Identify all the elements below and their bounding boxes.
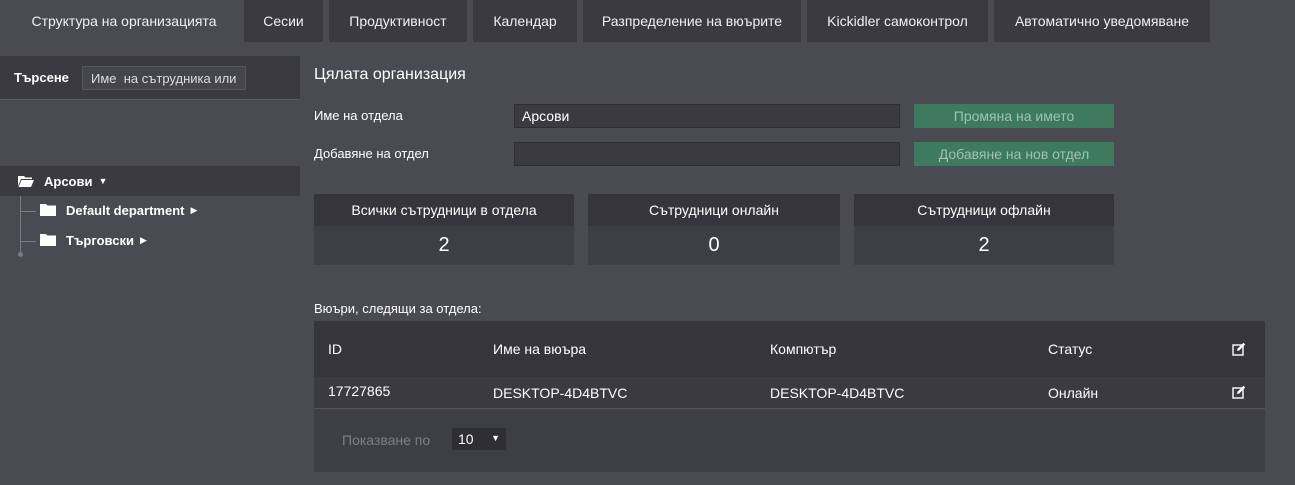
viewers-table: ID Име на вюъра Компютър Статус 17727865… (314, 321, 1265, 472)
stat-label: Сътрудници онлайн (588, 194, 840, 226)
stat-card-all: Всички сътрудници в отдела 2 (314, 194, 574, 265)
chevron-right-icon[interactable]: ▶ (190, 205, 197, 216)
search-label: Търсене (14, 70, 69, 85)
tree-connector (20, 211, 36, 212)
tree-connector (20, 196, 21, 254)
tab-sessions[interactable]: Сесии (244, 0, 323, 42)
tab-auto-notification[interactable]: Автоматично уведомяване (994, 0, 1210, 42)
search-row: Търсене (0, 56, 300, 100)
tree-item-label: Търговски (66, 232, 134, 248)
column-header-status: Статус (1048, 341, 1093, 357)
add-dept-input[interactable] (514, 142, 900, 166)
folder-open-icon (18, 176, 34, 187)
column-header-computer: Компютър (770, 341, 837, 357)
table-header: ID Име на вюъра Компютър Статус (314, 321, 1265, 377)
chevron-right-icon[interactable]: ▶ (140, 235, 147, 246)
rename-button[interactable]: Промяна на името (914, 104, 1114, 128)
tree-item-root[interactable]: Арсови ▼ (0, 166, 300, 196)
tab-calendar[interactable]: Календар (473, 0, 577, 42)
tree-item-sales[interactable]: Търговски ▶ (40, 226, 147, 254)
tab-viewer-distribution[interactable]: Разпределение на вюърите (583, 0, 801, 42)
chevron-down-icon: ▼ (491, 433, 500, 443)
stat-value: 2 (854, 226, 1114, 265)
tab-productivity[interactable]: Продуктивност (329, 0, 467, 42)
stat-label: Сътрудници офлайн (854, 194, 1114, 226)
cell-status: Онлайн (1048, 385, 1099, 401)
tab-organization-structure[interactable]: Структура на организацията (10, 0, 238, 42)
table-row[interactable]: 17727865 DESKTOP-4D4BTVC DESKTOP-4D4BTVC… (314, 377, 1265, 409)
cell-computer: DESKTOP-4D4BTVC (770, 385, 905, 401)
sidebar: Търсене Арсови ▼ Default department ▶ Тъ… (0, 42, 300, 485)
stat-label: Всички сътрудници в отдела (314, 194, 574, 226)
tree-root-label: Арсови (44, 173, 93, 189)
dept-name-input[interactable]: Арсови (514, 104, 900, 128)
edit-icon[interactable] (1232, 342, 1246, 356)
page-size-select[interactable]: 10 ▼ (452, 428, 506, 450)
add-dept-button[interactable]: Добавяне на нов отдел (914, 142, 1114, 166)
page-title: Цялата организация (314, 66, 466, 83)
tree-item-label: Default department (66, 202, 185, 218)
dept-name-label: Име на отдела (314, 108, 403, 123)
chevron-down-icon[interactable]: ▼ (98, 176, 107, 186)
stat-value: 0 (588, 226, 840, 265)
stat-card-online: Сътрудници онлайн 0 (588, 194, 840, 265)
viewers-section-label: Вюъри, следящи за отдела: (314, 301, 482, 316)
tab-bar: Структура на организацията Сесии Продукт… (0, 0, 1295, 42)
folder-icon (40, 204, 56, 216)
folder-icon (40, 234, 56, 246)
column-header-viewer: Име на вюъра (493, 341, 587, 357)
tree-connector-end (18, 252, 23, 257)
tab-kickidler-selfcontrol[interactable]: Kickidler самоконтрол (807, 0, 988, 42)
edit-icon[interactable] (1232, 385, 1246, 399)
search-input[interactable] (82, 66, 246, 90)
column-header-id: ID (328, 341, 342, 357)
stat-card-offline: Сътрудници офлайн 2 (854, 194, 1114, 265)
page-size-value: 10 (458, 431, 474, 447)
tree-connector (20, 241, 36, 242)
cell-id: 17727865 (328, 383, 391, 399)
tree-root-node: Арсови ▼ (18, 167, 107, 195)
page-size-label: Показване по (342, 432, 431, 448)
cell-viewer: DESKTOP-4D4BTVC (493, 385, 628, 401)
tree-item-default-department[interactable]: Default department ▶ (40, 196, 197, 224)
stat-value: 2 (314, 226, 574, 265)
add-dept-label: Добавяне на отдел (314, 146, 429, 161)
